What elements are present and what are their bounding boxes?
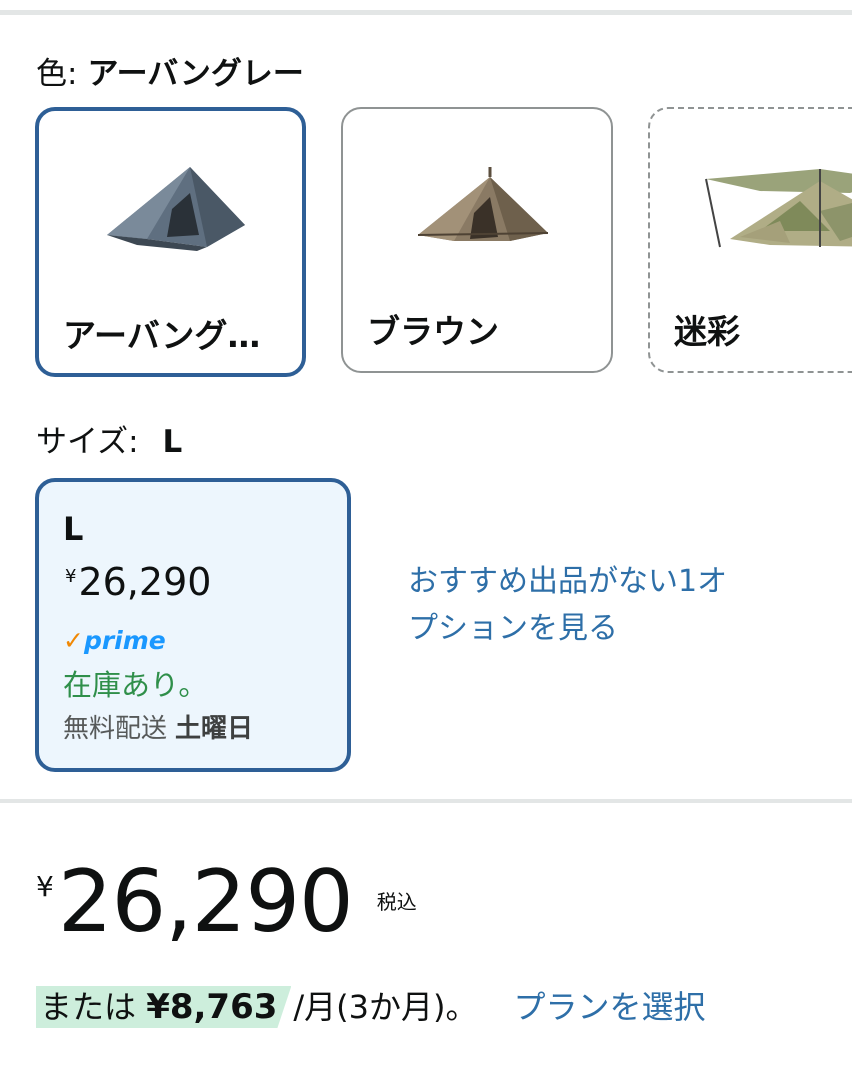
color-option-label: 迷彩	[674, 312, 740, 351]
prime-check-icon: ✓	[63, 626, 84, 655]
color-option-label: アーバング…	[63, 316, 261, 355]
color-label: 色:	[36, 56, 78, 92]
shipping-info: 無料配送 土曜日	[63, 708, 253, 745]
color-swatch-urban-gray[interactable]: アーバング…	[35, 107, 306, 377]
shipping-label: 無料配送	[63, 714, 168, 744]
size-selected-value: L	[162, 424, 183, 460]
color-swatch-brown[interactable]: ブラウン	[341, 107, 613, 373]
price-currency-symbol: ¥	[36, 870, 54, 903]
select-plan-link[interactable]: プランを選択	[514, 988, 706, 1026]
installment-amount: ¥8,763	[146, 987, 278, 1027]
currency-symbol: ¥	[65, 566, 77, 587]
prime-logo-text: prime	[83, 626, 166, 655]
size-option-name: L	[63, 510, 84, 548]
size-label-row: サイズ: L	[36, 416, 182, 461]
color-label-row: 色: アーバングレー	[36, 48, 304, 93]
color-swatch-camo[interactable]: 迷彩	[648, 107, 852, 373]
prime-badge: ✓prime	[63, 626, 166, 655]
other-options-link[interactable]: おすすめ出品がない1オプションを見る	[408, 558, 738, 652]
price-amount: 26,290	[57, 852, 354, 952]
color-option-label: ブラウン	[367, 312, 499, 351]
size-label: サイズ:	[36, 424, 139, 460]
size-option-price: ¥26,290	[65, 560, 211, 604]
tent-brown-image	[417, 167, 549, 241]
main-price: ¥26,290 税込	[36, 852, 417, 952]
top-divider	[0, 10, 852, 15]
installment-suffix: /月(3か月)。	[293, 988, 478, 1026]
tent-gray-image	[107, 167, 245, 251]
stock-status: 在庫あり。	[63, 668, 208, 702]
size-option-price-amount: 26,290	[78, 560, 212, 604]
installment-row: または ¥8,763/月(3か月)。 プランを選択	[36, 982, 706, 1028]
section-divider	[0, 799, 852, 803]
color-selected-value: アーバングレー	[87, 56, 304, 92]
installment-highlight: または ¥8,763	[36, 986, 291, 1028]
tent-camo-image	[705, 169, 852, 248]
installment-prefix: または	[40, 988, 137, 1026]
size-option-card-l[interactable]: L ¥26,290 ✓prime 在庫あり。 無料配送 土曜日	[35, 478, 351, 772]
shipping-day: 土曜日	[175, 714, 254, 744]
tax-note: 税込	[376, 890, 417, 914]
